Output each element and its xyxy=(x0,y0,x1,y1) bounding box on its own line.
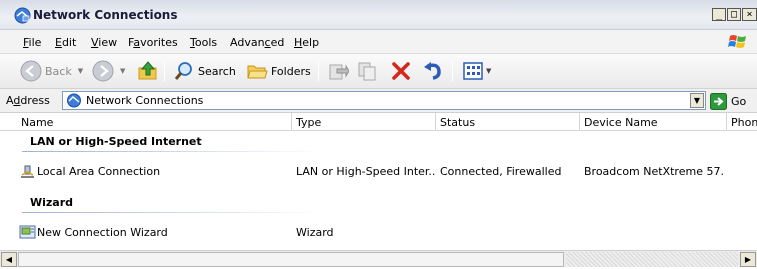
delete-button[interactable] xyxy=(390,59,412,83)
windows-logo-icon xyxy=(728,35,746,48)
item-status: Connected, Firewalled xyxy=(440,165,562,178)
minimize-button[interactable]: _ xyxy=(712,8,726,21)
move-to-icon xyxy=(329,64,349,80)
undo-button[interactable] xyxy=(422,59,444,83)
item-type: Wizard xyxy=(296,226,334,239)
item-name: Local Area Connection xyxy=(37,165,161,178)
forward-button[interactable]: ▼ xyxy=(92,59,125,83)
search-icon xyxy=(174,62,192,80)
address-input[interactable]: Network Connections ▼ xyxy=(62,91,706,110)
column-header-type[interactable]: Type xyxy=(292,113,436,131)
toolbar-separator xyxy=(318,61,319,81)
menu-advanced[interactable]: Advanced xyxy=(230,36,284,49)
toolbar-separator xyxy=(452,61,453,81)
menu-bar: File Edit View Favorites Tools Advanced … xyxy=(0,30,757,54)
search-button[interactable]: Search xyxy=(173,59,236,83)
item-type: LAN or High-Speed Inter... xyxy=(296,165,436,178)
up-folder-icon xyxy=(138,61,157,80)
network-connection-icon xyxy=(21,165,34,178)
column-header-phone[interactable]: Phone xyxy=(727,113,757,131)
group-divider xyxy=(22,151,322,152)
title-bar: Network Connections _ □ × xyxy=(0,0,757,30)
views-dropdown-icon[interactable]: ▼ xyxy=(486,67,491,75)
menu-help[interactable]: Help xyxy=(294,36,319,49)
network-connections-icon xyxy=(14,7,31,24)
folders-icon xyxy=(247,65,268,79)
item-device-name: Broadcom NetXtreme 57... xyxy=(584,165,724,178)
menu-edit[interactable]: Edit xyxy=(55,36,76,49)
toolbar: Back ▼ ▼ Search Folders ▼ xyxy=(0,54,757,89)
folders-button[interactable]: Folders xyxy=(246,59,311,83)
menu-file[interactable]: File xyxy=(23,36,41,49)
menu-favorites[interactable]: Favorites xyxy=(128,36,178,49)
back-arrow-icon xyxy=(20,60,42,82)
views-icon xyxy=(463,62,483,80)
menu-tools[interactable]: Tools xyxy=(190,36,217,49)
scroll-right-button[interactable]: ▶ xyxy=(740,252,756,267)
close-button[interactable]: × xyxy=(742,8,757,21)
window-title: Network Connections xyxy=(33,8,178,22)
wizard-icon xyxy=(19,225,36,239)
delete-icon xyxy=(392,62,410,80)
column-header-device-name[interactable]: Device Name xyxy=(580,113,727,131)
forward-dropdown-icon[interactable]: ▼ xyxy=(120,67,125,75)
scrollbar-thumb[interactable] xyxy=(18,252,564,267)
group-header: LAN or High-Speed Internet xyxy=(30,135,202,148)
address-value: Network Connections xyxy=(86,94,204,107)
back-dropdown-icon[interactable]: ▼ xyxy=(78,67,83,75)
address-label: Address xyxy=(6,94,50,107)
undo-icon xyxy=(424,62,441,80)
group-divider xyxy=(22,212,322,213)
item-name: New Connection Wizard xyxy=(37,226,168,239)
horizontal-scrollbar[interactable]: ◀ ▶ xyxy=(0,250,757,267)
up-folder-button[interactable] xyxy=(137,59,159,83)
copy-to-button[interactable] xyxy=(357,59,379,83)
copy-to-icon xyxy=(358,62,376,81)
network-connections-icon xyxy=(67,93,81,108)
address-bar: Address Network Connections ▼ Go xyxy=(0,89,757,113)
column-header-status[interactable]: Status xyxy=(436,113,580,131)
group-header: Wizard xyxy=(30,196,74,209)
column-header-name[interactable]: Name xyxy=(17,113,292,131)
scroll-left-button[interactable]: ◀ xyxy=(1,252,17,267)
address-dropdown-button[interactable]: ▼ xyxy=(690,93,704,108)
list-item[interactable]: Local Area Connection LAN or High-Speed … xyxy=(0,162,757,182)
menu-view[interactable]: View xyxy=(91,36,117,49)
go-arrow-icon xyxy=(710,92,727,110)
views-button[interactable]: ▼ xyxy=(462,59,491,83)
move-to-button[interactable] xyxy=(327,59,349,83)
toolbar-separator xyxy=(164,61,165,81)
scrollbar-track[interactable] xyxy=(566,252,738,267)
go-button[interactable]: Go xyxy=(710,92,746,110)
back-button[interactable]: Back ▼ xyxy=(20,59,83,83)
forward-arrow-icon xyxy=(92,60,114,82)
maximize-button[interactable]: □ xyxy=(727,8,741,21)
column-header: Name Type Status Device Name Phone xyxy=(0,113,757,131)
list-item[interactable]: New Connection Wizard Wizard xyxy=(0,223,757,243)
